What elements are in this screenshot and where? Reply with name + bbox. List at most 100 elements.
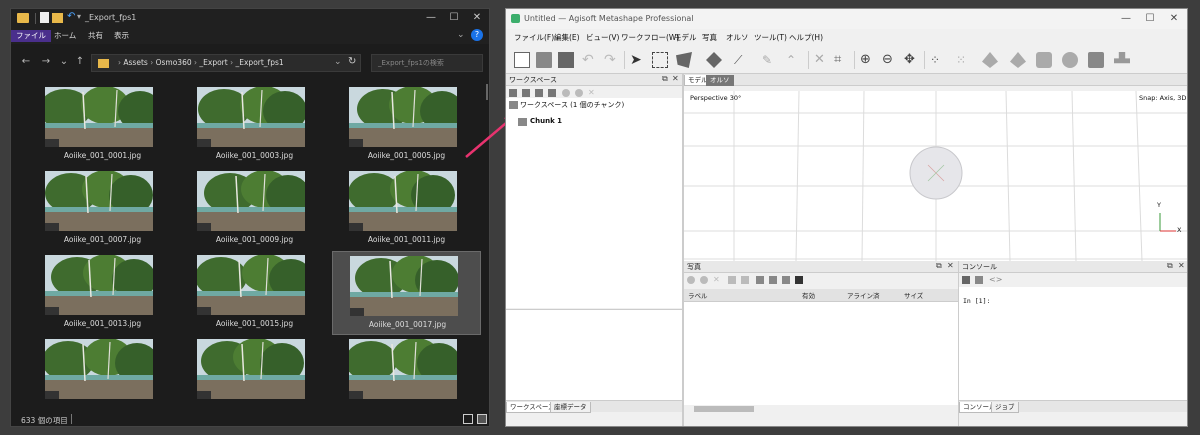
zoom-out-icon[interactable]: ⊖ [882, 52, 898, 68]
undo-icon[interactable]: ↶ [582, 52, 598, 68]
remove-icon[interactable]: ✕ [588, 89, 596, 97]
maximize-button[interactable]: ☐ [1140, 12, 1160, 26]
search-input[interactable]: _Export_fps1の検索 [371, 54, 483, 72]
file-item[interactable] [332, 335, 481, 410]
show-markers-icon[interactable] [1114, 52, 1130, 64]
move-object-icon[interactable] [706, 52, 722, 68]
menu-help[interactable]: ヘルプ(H) [789, 32, 823, 43]
close-panel-icon[interactable]: ✕ [672, 74, 679, 83]
add-chunk-icon[interactable] [509, 89, 517, 97]
properties-icon[interactable] [40, 12, 49, 23]
file-item[interactable]: Aoiike_001_0009.jpg [180, 167, 329, 251]
ruler-icon[interactable]: ⟋ [734, 52, 750, 68]
new-document-icon[interactable] [514, 52, 530, 68]
crop-icon[interactable]: ⌗ [834, 52, 850, 68]
float-panel-icon[interactable]: ⧉ [662, 74, 668, 84]
draw-polyline-icon[interactable]: ✎ [762, 52, 778, 68]
breadcrumb-export-fps1[interactable]: _Export_fps1 [236, 58, 284, 67]
address-bar[interactable]: › Assets › Osmo360 › _Export › _Export_f… [91, 54, 361, 72]
sort-icon[interactable] [782, 276, 790, 284]
address-dropdown-icon[interactable]: ⌄ [334, 57, 342, 67]
enable-camera-icon[interactable] [687, 276, 695, 284]
file-item[interactable] [180, 335, 329, 410]
breadcrumb-osmo360[interactable]: Osmo360 [156, 58, 192, 67]
photos-horizontal-scrollbar[interactable] [684, 405, 958, 413]
undo-icon[interactable]: ↶ [67, 11, 75, 22]
tab-ortho[interactable]: オルソ [706, 75, 734, 86]
add-photos-icon[interactable] [522, 89, 530, 97]
menu-edit[interactable]: 編集(E) [554, 32, 580, 43]
rectangle-selection-icon[interactable] [652, 52, 668, 68]
file-item[interactable]: Aoiike_001_0015.jpg [180, 251, 329, 335]
remove-camera-icon[interactable]: ✕ [713, 276, 721, 284]
zoom-in-icon[interactable]: ⊕ [860, 52, 876, 68]
column-size[interactable]: サイズ [904, 290, 923, 300]
details-view-icon[interactable] [463, 414, 473, 424]
menu-file[interactable]: ファイル(F) [514, 32, 554, 43]
metashape-title-bar[interactable]: Untitled — Agisoft Metashape Professiona… [506, 9, 1187, 29]
disable-icon[interactable] [575, 89, 583, 97]
console-output[interactable]: In [1]: [959, 287, 1187, 400]
expand-ribbon-icon[interactable]: ⌄ [457, 30, 465, 40]
show-cameras-icon[interactable] [1088, 52, 1104, 68]
menu-ortho[interactable]: オルソ [726, 32, 749, 43]
menu-model[interactable]: モデル [674, 32, 697, 43]
file-item[interactable]: Aoiike_001_0013.jpg [28, 251, 177, 335]
close-panel-icon[interactable]: ✕ [1178, 261, 1185, 270]
back-arrow-icon[interactable]: ← [19, 55, 33, 69]
filter-icon[interactable] [728, 276, 736, 284]
float-panel-icon[interactable]: ⧉ [936, 261, 942, 271]
dem-icon[interactable] [1062, 52, 1078, 68]
menu-workflow[interactable]: ワークフロー(W) [621, 32, 679, 43]
explorer-title-bar[interactable]: ↶ ▾ _Export_fps1 — ☐ ✕ [11, 9, 489, 28]
file-item[interactable]: Aoiike_001_0007.jpg [28, 167, 177, 251]
file-item[interactable]: Aoiike_001_0003.jpg [180, 83, 329, 167]
reset-filter-icon[interactable] [756, 276, 764, 284]
new-folder-icon[interactable] [52, 13, 63, 23]
file-item[interactable]: Aoiike_001_0005.jpg [332, 83, 481, 167]
file-item[interactable]: Aoiike_001_0011.jpg [332, 167, 481, 251]
draw-line-icon[interactable]: ⌃ [786, 52, 802, 68]
save-log-icon[interactable] [962, 276, 970, 284]
view-mode-icon[interactable] [795, 276, 803, 284]
float-panel-icon[interactable]: ⧉ [1167, 261, 1173, 271]
menu-view[interactable]: ビュー(V) [586, 32, 619, 43]
free-form-selection-icon[interactable] [676, 52, 692, 68]
tab-jobs[interactable]: ジョブ [991, 402, 1019, 413]
save-icon[interactable] [558, 52, 574, 68]
menu-photo[interactable]: 写真 [702, 32, 717, 43]
tab-reference[interactable]: 座標データ [550, 402, 591, 413]
delete-selection-icon[interactable]: ✕ [814, 52, 830, 68]
maximize-button[interactable]: ☐ [444, 11, 464, 25]
up-arrow-icon[interactable]: ↑ [73, 55, 87, 69]
help-icon[interactable]: ? [471, 29, 483, 41]
minimize-button[interactable]: — [1116, 12, 1136, 26]
tiled-model-icon[interactable] [1036, 52, 1052, 68]
tab-view[interactable]: 表示 [109, 30, 134, 42]
tab-share[interactable]: 共有 [83, 30, 108, 42]
column-aligned[interactable]: アライン済 [847, 290, 880, 300]
rotate-icon[interactable] [741, 276, 749, 284]
chunk-item[interactable]: Chunk 1 [530, 117, 562, 125]
tab-home[interactable]: ホーム [49, 30, 81, 42]
enable-icon[interactable] [562, 89, 570, 97]
navigation-cursor-icon[interactable]: ➤ [630, 52, 646, 68]
open-folder-icon[interactable] [536, 52, 552, 68]
disable-camera-icon[interactable] [700, 276, 708, 284]
add-marker-icon[interactable] [548, 89, 556, 97]
file-item[interactable]: Aoiike_001_0001.jpg [28, 83, 177, 167]
model-solid-icon[interactable] [1010, 52, 1026, 68]
file-item[interactable] [28, 335, 177, 410]
model-shaded-icon[interactable] [982, 52, 998, 68]
column-label[interactable]: ラベル [688, 290, 708, 300]
close-button[interactable]: ✕ [1164, 12, 1184, 26]
close-button[interactable]: ✕ [467, 11, 487, 25]
dense-cloud-icon[interactable]: ⁙ [956, 52, 972, 68]
column-enabled[interactable]: 有効 [802, 290, 815, 300]
close-panel-icon[interactable]: ✕ [947, 261, 954, 270]
point-cloud-icon[interactable]: ⁘ [930, 52, 946, 68]
clear-log-icon[interactable] [975, 276, 983, 284]
model-viewport[interactable]: Perspective 30° Snap: Axis, 3D Y X [684, 91, 1187, 261]
refresh-icon[interactable]: ↻ [348, 56, 356, 67]
breadcrumb-assets[interactable]: Assets [123, 58, 147, 67]
